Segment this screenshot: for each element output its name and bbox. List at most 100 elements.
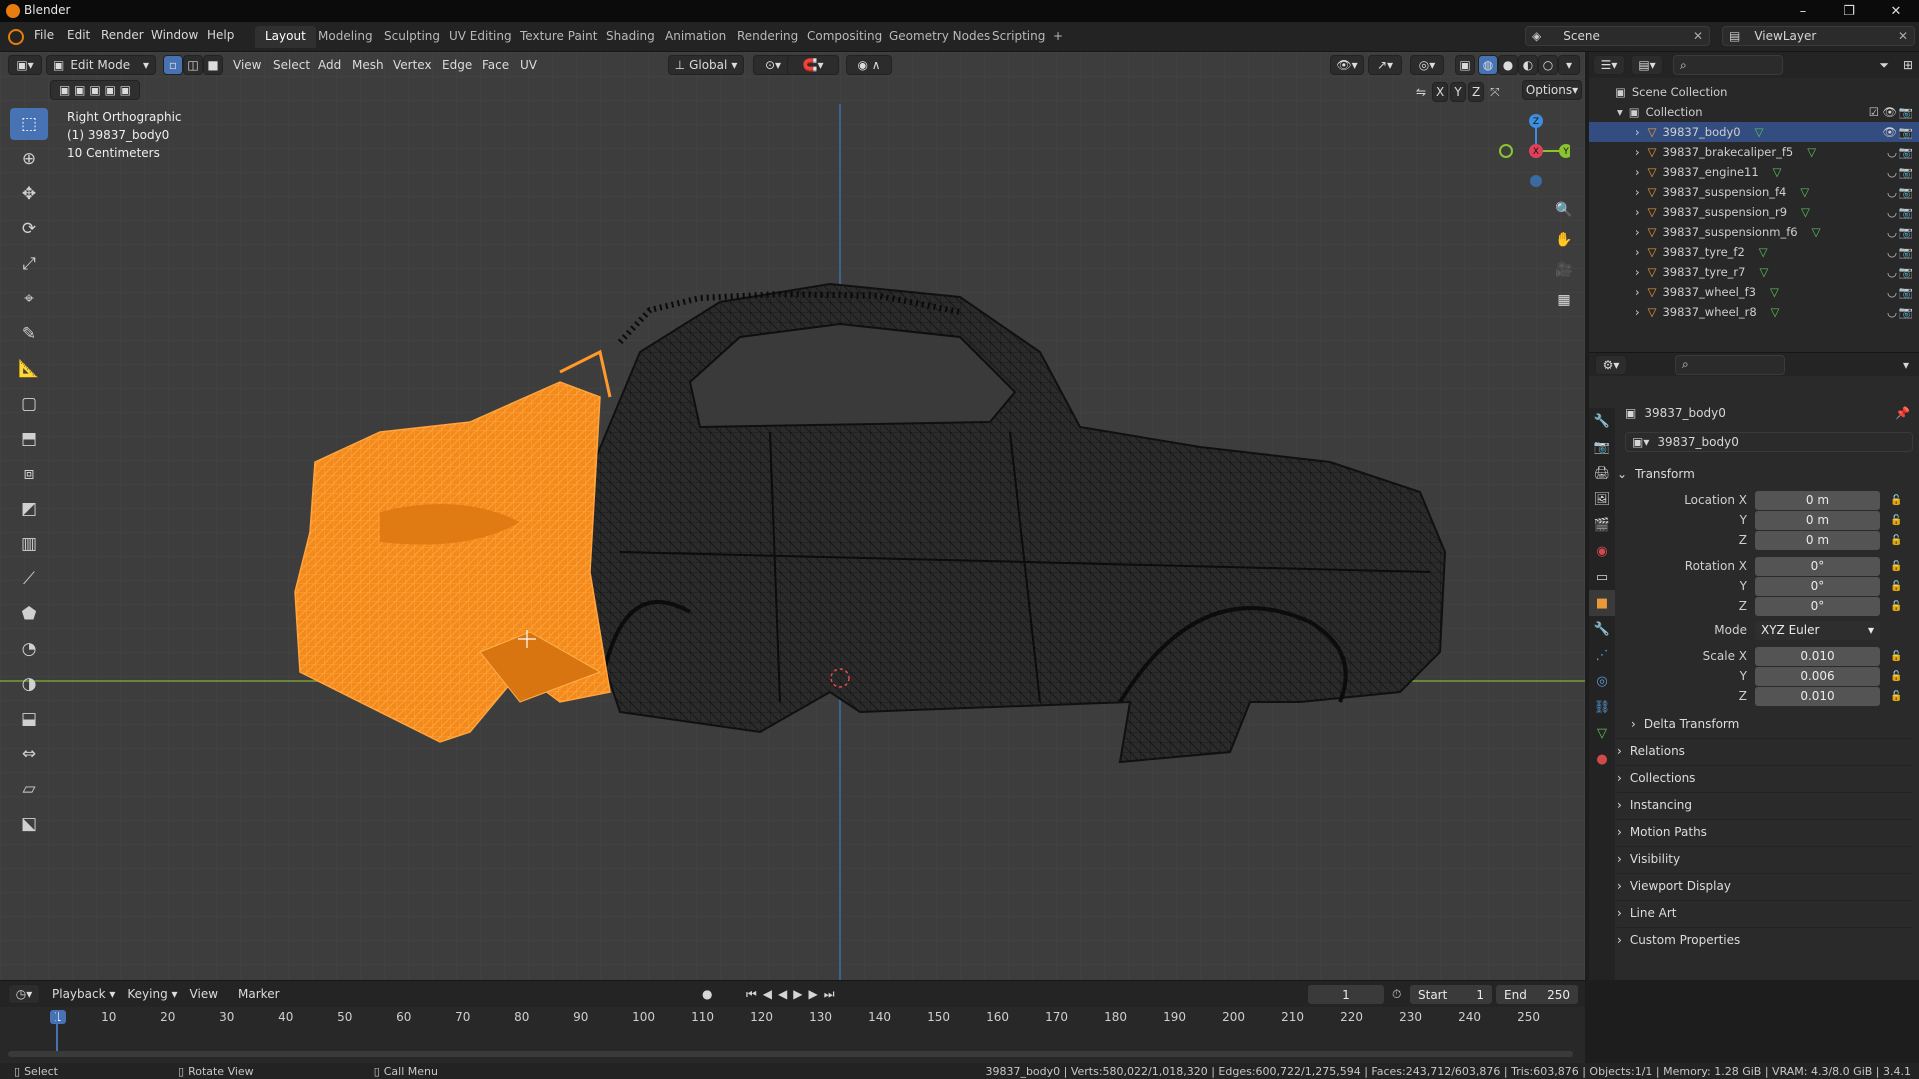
transform-panel-header[interactable]: ⌄ Transform (1617, 462, 1912, 486)
lock-icon[interactable]: 🔓 (1890, 671, 1902, 682)
panel-visibility[interactable]: › Visibility (1617, 846, 1912, 870)
lock-icon[interactable]: 🔓 (1890, 495, 1902, 506)
camera-view-icon[interactable]: 🎥 (1550, 256, 1578, 284)
3d-viewport[interactable] (0, 52, 1585, 980)
tab-texture-paint[interactable]: Texture Paint (510, 26, 607, 48)
camera-icon[interactable]: 📷 (1899, 305, 1913, 319)
camera-icon[interactable]: 📷 (1899, 205, 1913, 219)
outliner-collection-row[interactable]: ▾ ▣ Collection ☑ 👁 📷 (1589, 102, 1919, 122)
eye-icon[interactable]: ◡ (1887, 245, 1897, 259)
expand-icon[interactable]: › (1635, 125, 1640, 139)
vertex-select-button[interactable]: ▫ (163, 55, 183, 75)
lock-icon[interactable]: 🔓 (1890, 561, 1902, 572)
menu-render[interactable]: Render (101, 28, 144, 42)
menu-window[interactable]: Window (151, 28, 198, 42)
new-collection-icon[interactable]: ⊞ (1903, 58, 1913, 72)
xray-button[interactable]: ▣ (1455, 55, 1475, 75)
editor-type-button[interactable]: ▣▾ (8, 55, 42, 75)
filter-icon[interactable]: ⏷ (1879, 58, 1889, 73)
zoom-icon[interactable]: 🔍 (1550, 196, 1578, 224)
navigation-gizmo[interactable]: Z Y X (1490, 108, 1570, 188)
lock-icon[interactable]: 🔓 (1890, 581, 1902, 592)
panel-motion-paths[interactable]: › Motion Paths (1617, 819, 1912, 843)
menu-help[interactable]: Help (207, 28, 234, 42)
gizmos-button[interactable]: ↗▾ (1368, 55, 1402, 75)
gizmo-neg-y-icon[interactable] (1499, 144, 1513, 158)
eye-icon[interactable]: ◡ (1887, 145, 1897, 159)
shading-options-button[interactable]: ▾ (1558, 55, 1580, 75)
transform-orientation-selector[interactable]: ⊥ Global ▾ (668, 55, 744, 75)
material-shading-button[interactable]: ◐ (1518, 55, 1538, 75)
shrink-fatten-tool-icon[interactable]: ⇔ (10, 738, 48, 770)
checkbox-icon[interactable]: ☑ (1869, 105, 1879, 119)
mirror-z-toggle[interactable]: Z (1468, 82, 1485, 102)
scale-z-field[interactable]: 0.010 (1755, 686, 1880, 706)
lock-icon[interactable]: 🔓 (1890, 691, 1902, 702)
menu-vertex[interactable]: Vertex (393, 58, 432, 72)
mesh-data-tab-icon[interactable]: ▽ (1589, 720, 1615, 746)
outliner-editor-type-icon[interactable]: ☰▾ (1593, 55, 1625, 75)
camera-icon[interactable]: 📷 (1899, 105, 1913, 119)
blender-menu-icon[interactable] (8, 29, 24, 45)
transform-tool-icon[interactable]: ⌖ (10, 283, 48, 315)
menu-timeline-view[interactable]: View (190, 987, 218, 1001)
menu-keying[interactable]: Keying ▾ (127, 987, 177, 1001)
expand-icon[interactable]: › (1635, 185, 1640, 199)
mirror-x-toggle[interactable]: X (1432, 82, 1449, 102)
scale-x-field[interactable]: 0.010 (1755, 646, 1880, 666)
select-mode-buttons[interactable]: ▣ ▣ ▣ ▣ ▣ (50, 80, 140, 100)
outliner-object-row[interactable]: › ▽ 39837_body0 ▽ 👁 📷 (1589, 122, 1919, 142)
solid-shading-button[interactable]: ● (1498, 55, 1518, 75)
panel-collections[interactable]: › Collections (1617, 765, 1912, 789)
lock-icon[interactable]: 🔓 (1890, 601, 1902, 612)
auto-merge-icon[interactable]: ⤧ (1490, 85, 1500, 100)
outliner-search-input[interactable]: ⌕ (1673, 55, 1783, 75)
rotate-tool-icon[interactable]: ⟳ (10, 213, 48, 245)
outliner-object-row[interactable]: › ▽ 39837_suspension_f4 ▽ ◡ 📷 (1589, 182, 1919, 202)
edge-slide-tool-icon[interactable]: ⬓ (10, 703, 48, 735)
inset-tool-icon[interactable]: ⧈ (10, 458, 48, 490)
shear-tool-icon[interactable]: ▱ (10, 773, 48, 805)
eye-icon[interactable]: ◡ (1887, 185, 1897, 199)
eye-icon[interactable]: ◡ (1887, 265, 1897, 279)
outliner-scene-collection[interactable]: ▣ Scene Collection (1589, 82, 1919, 102)
object-tab-icon[interactable]: ■ (1589, 590, 1615, 616)
lock-icon[interactable]: 🔓 (1890, 535, 1902, 546)
cursor-tool-icon[interactable]: ⊕ (10, 143, 48, 175)
lock-icon[interactable]: 🔓 (1890, 515, 1902, 526)
outliner-object-row[interactable]: › ▽ 39837_wheel_f3 ▽ ◡ 📷 (1589, 282, 1919, 302)
select-box-tool-icon[interactable]: ⬚ (10, 108, 48, 140)
output-tab-icon[interactable]: 🖨 (1589, 460, 1615, 486)
proportional-edit-button[interactable]: ◉ ∧ (846, 55, 892, 75)
view-layer-selector[interactable]: ▤ ViewLayer ✕ (1722, 26, 1915, 46)
expand-icon[interactable]: › (1635, 205, 1640, 219)
camera-icon[interactable]: 📷 (1899, 125, 1913, 139)
camera-icon[interactable]: 📷 (1899, 225, 1913, 239)
eye-icon[interactable]: ◡ (1887, 305, 1897, 319)
expand-icon[interactable]: › (1635, 225, 1640, 239)
outliner-object-row[interactable]: › ▽ 39837_engine11 ▽ ◡ 📷 (1589, 162, 1919, 182)
maximize-button[interactable]: ❐ (1826, 0, 1872, 22)
expand-icon[interactable]: › (1635, 265, 1640, 279)
panel-custom-properties[interactable]: › Custom Properties (1617, 927, 1912, 951)
rotation-z-field[interactable]: 0° (1755, 596, 1880, 616)
options-dropdown[interactable]: Options ▾ (1522, 80, 1582, 100)
start-frame-field[interactable]: Start 1 (1410, 985, 1492, 1004)
panel-instancing[interactable]: › Instancing (1617, 792, 1912, 816)
current-frame-field[interactable]: 1 (1308, 985, 1384, 1004)
poly-build-tool-icon[interactable]: ⬟ (10, 598, 48, 630)
world-tab-icon[interactable]: ◉ (1589, 538, 1615, 564)
expand-icon[interactable]: › (1635, 245, 1640, 259)
constraints-tab-icon[interactable]: ⛓ (1589, 694, 1615, 720)
loop-cut-tool-icon[interactable]: ▥ (10, 528, 48, 560)
camera-icon[interactable]: 📷 (1899, 285, 1913, 299)
gizmo-neg-z-icon[interactable] (1530, 175, 1542, 187)
expand-icon[interactable]: › (1635, 305, 1640, 319)
outliner-object-row[interactable]: › ▽ 39837_tyre_f2 ▽ ◡ 📷 (1589, 242, 1919, 262)
outliner-object-row[interactable]: › ▽ 39837_wheel_r8 ▽ ◡ 📷 (1589, 302, 1919, 322)
smooth-tool-icon[interactable]: ◑ (10, 668, 48, 700)
location-y-field[interactable]: 0 m (1755, 510, 1880, 530)
camera-icon[interactable]: 📷 (1899, 165, 1913, 179)
frame-ruler[interactable]: 1102030405060708090100110120130140150160… (0, 1007, 1585, 1029)
eye-icon[interactable]: ◡ (1887, 285, 1897, 299)
